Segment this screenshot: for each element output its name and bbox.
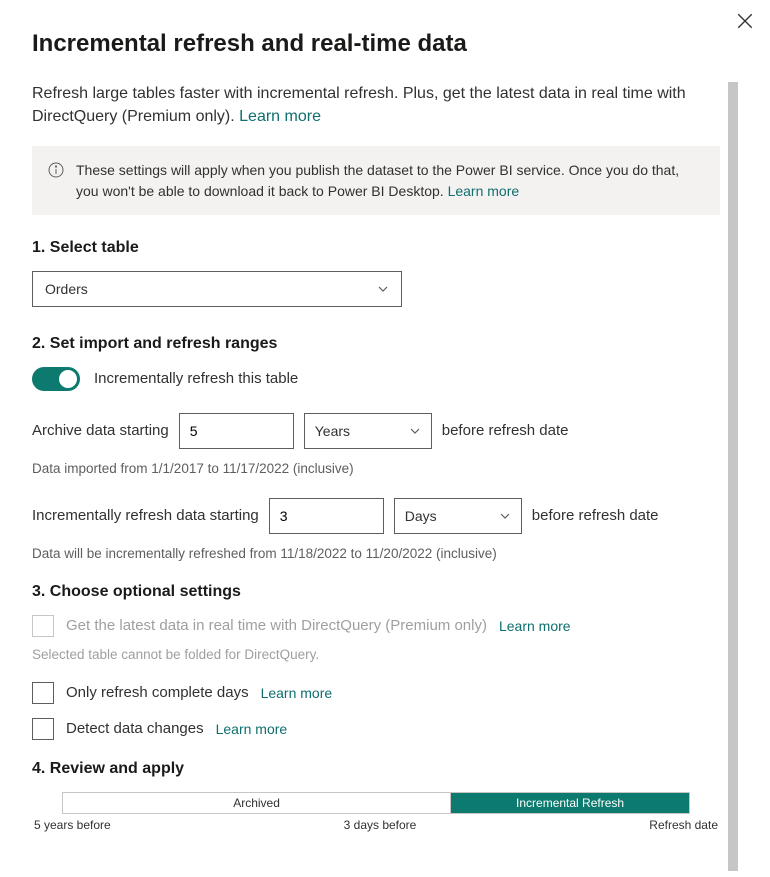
info-banner: These settings will apply when you publi…	[32, 146, 720, 215]
learn-more-link-detect-changes[interactable]: Learn more	[216, 721, 288, 737]
refresh-suffix: before refresh date	[532, 507, 659, 524]
dialog-subtitle: Refresh large tables faster with increme…	[32, 82, 720, 128]
chevron-down-icon	[409, 425, 421, 437]
banner-text: These settings will apply when you publi…	[76, 162, 679, 198]
dialog-title: Incremental refresh and real-time data	[32, 30, 738, 58]
refresh-unit-value: Days	[405, 508, 437, 524]
refresh-helper: Data will be incrementally refreshed fro…	[32, 546, 720, 561]
step3-heading: 3. Choose optional settings	[32, 583, 720, 601]
timeline-start-label: 5 years before	[34, 818, 111, 832]
complete-days-label: Only refresh complete days	[66, 684, 249, 701]
step2-heading: 2. Set import and refresh ranges	[32, 335, 720, 353]
archive-unit-select[interactable]: Years	[304, 413, 432, 449]
timeline-mid-label: 3 days before	[344, 818, 417, 832]
timeline-incremental-segment: Incremental Refresh	[451, 793, 689, 813]
chevron-down-icon	[377, 283, 389, 295]
subtitle-text: Refresh large tables faster with increme…	[32, 85, 686, 125]
learn-more-link-intro[interactable]: Learn more	[239, 108, 321, 125]
detect-changes-label: Detect data changes	[66, 720, 204, 737]
refresh-value-input[interactable]	[269, 498, 384, 534]
info-icon	[48, 162, 64, 178]
archive-suffix: before refresh date	[442, 422, 569, 439]
directquery-checkbox	[32, 615, 54, 637]
scrollbar[interactable]	[728, 82, 738, 871]
learn-more-link-banner[interactable]: Learn more	[448, 183, 520, 199]
archive-prefix: Archive data starting	[32, 422, 169, 439]
learn-more-link-directquery[interactable]: Learn more	[499, 618, 571, 634]
directquery-label: Get the latest data in real time with Di…	[66, 617, 487, 634]
refresh-prefix: Incrementally refresh data starting	[32, 507, 259, 524]
step1-heading: 1. Select table	[32, 239, 720, 257]
incremental-refresh-toggle[interactable]	[32, 367, 80, 391]
directquery-hint: Selected table cannot be folded for Dire…	[32, 647, 720, 662]
archive-helper: Data imported from 1/1/2017 to 11/17/202…	[32, 461, 720, 476]
archive-unit-value: Years	[315, 423, 350, 439]
timeline-archived-segment: Archived	[63, 793, 451, 813]
chevron-down-icon	[499, 510, 511, 522]
timeline-end-label: Refresh date	[649, 818, 718, 832]
archive-value-input[interactable]	[179, 413, 294, 449]
step4-heading: 4. Review and apply	[32, 760, 720, 778]
incremental-refresh-label: Incrementally refresh this table	[94, 370, 298, 387]
detect-changes-checkbox[interactable]	[32, 718, 54, 740]
refresh-unit-select[interactable]: Days	[394, 498, 522, 534]
table-select[interactable]: Orders	[32, 271, 402, 307]
complete-days-checkbox[interactable]	[32, 682, 54, 704]
close-icon[interactable]	[736, 12, 754, 30]
learn-more-link-complete-days[interactable]: Learn more	[261, 685, 333, 701]
timeline: Archived Incremental Refresh 5 years bef…	[32, 792, 720, 832]
table-select-value: Orders	[45, 281, 88, 297]
